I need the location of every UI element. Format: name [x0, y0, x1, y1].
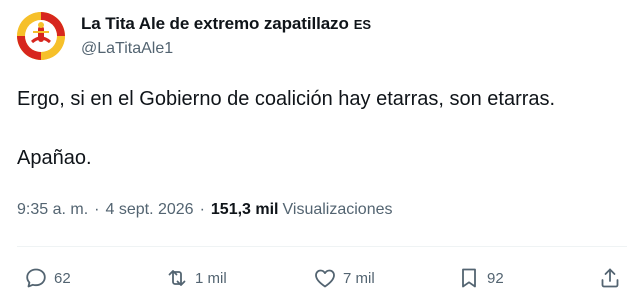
reply-count: 62	[54, 269, 71, 287]
bookmark-button[interactable]: 92	[457, 262, 504, 294]
meta-separator: ·	[199, 201, 205, 218]
views-label[interactable]: Visualizaciones	[283, 201, 393, 219]
avatar[interactable]	[17, 12, 65, 60]
share-button[interactable]	[598, 262, 622, 294]
like-count: 7 mil	[343, 269, 375, 287]
tweet-date[interactable]: 4 sept. 2026	[105, 201, 193, 219]
repost-arrows-icon	[168, 270, 186, 286]
repost-count: 1 mil	[195, 269, 227, 287]
tweet-paragraph: Apañao.	[17, 147, 92, 169]
reply-button[interactable]: 62	[24, 262, 71, 294]
display-name-row: La Tita Ale de extremo zapatillazo ES	[81, 14, 371, 34]
divider	[17, 246, 627, 247]
action-bar: 62 1 mil 7 mil 92	[0, 262, 637, 294]
meta-separator: ·	[94, 201, 100, 218]
like-button[interactable]: 7 mil	[313, 262, 375, 294]
tweet-meta: 9:35 a. m. · 4 sept. 2026 · 151,3 mil Vi…	[17, 201, 393, 219]
display-name[interactable]: La Tita Ale de extremo zapatillazo	[81, 14, 349, 34]
tweet-header: La Tita Ale de extremo zapatillazo ES @L…	[17, 12, 617, 60]
share-upload-icon	[601, 268, 619, 288]
bookmark-count: 92	[487, 269, 504, 287]
tweet-time[interactable]: 9:35 a. m.	[17, 201, 88, 219]
speech-bubble-icon	[26, 268, 46, 288]
user-handle[interactable]: @LaTitaAle1	[81, 40, 371, 58]
avatar-image	[17, 12, 65, 60]
tweet-paragraph: Ergo, si en el Gobierno de coalición hay…	[17, 88, 556, 110]
tweet-card: La Tita Ale de extremo zapatillazo ES @L…	[0, 0, 637, 307]
repost-button[interactable]: 1 mil	[165, 262, 227, 294]
bookmark-icon	[462, 268, 476, 288]
views-count[interactable]: 151,3 mil	[211, 201, 279, 219]
author-names: La Tita Ale de extremo zapatillazo ES @L…	[81, 14, 371, 58]
tweet-text: Ergo, si en el Gobierno de coalición hay…	[17, 84, 627, 173]
heart-icon	[315, 269, 335, 288]
language-badge: ES	[353, 17, 372, 32]
